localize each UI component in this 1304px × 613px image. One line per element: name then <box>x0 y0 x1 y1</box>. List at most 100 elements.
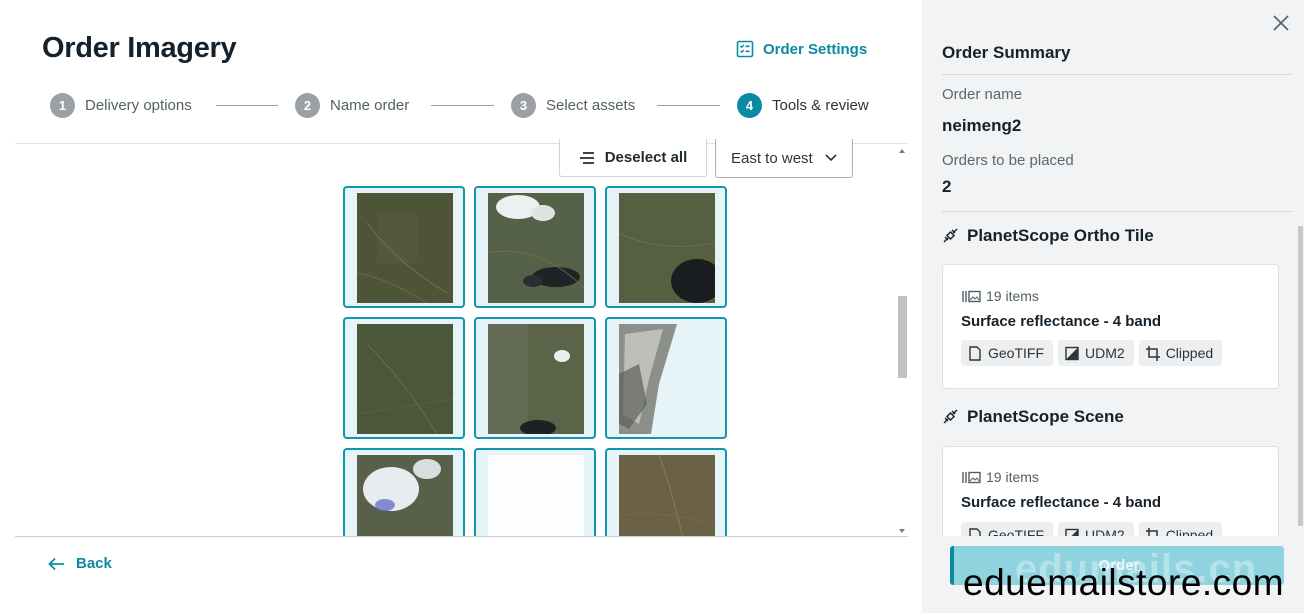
asset-thumbnail[interactable] <box>474 317 596 439</box>
step-number: 3 <box>511 93 536 118</box>
image-stack-icon <box>962 471 981 483</box>
step-connector <box>431 105 494 106</box>
content-scrollbar[interactable] <box>897 146 908 536</box>
sort-order-select[interactable]: East to west <box>715 139 853 178</box>
chip-label: GeoTIFF <box>988 345 1045 361</box>
chip-label: Clipped <box>1165 527 1214 536</box>
main-area: Order Imagery Order Settings 1 Delivery … <box>0 0 922 613</box>
asset-thumbnail-grid <box>343 186 729 536</box>
sort-order-value: East to west <box>731 149 813 167</box>
crop-icon <box>1145 345 1160 361</box>
satellite-icon <box>943 228 958 242</box>
asset-thumbnail[interactable] <box>343 186 465 308</box>
orders-count-label: Orders to be placed <box>942 152 1074 169</box>
mask-icon <box>1065 346 1079 360</box>
chip-udm2: UDM2 <box>1058 522 1134 536</box>
file-icon <box>969 345 981 361</box>
asset-chips: GeoTIFF UDM2 Clipped <box>961 522 1223 536</box>
scroll-thumb[interactable] <box>898 296 907 378</box>
step-select-assets[interactable]: 3 Select assets <box>511 93 635 118</box>
crop-icon <box>1145 527 1158 536</box>
step-number: 1 <box>50 93 75 118</box>
satellite-image <box>488 455 584 536</box>
satellite-image <box>357 324 453 434</box>
scroll-down-icon[interactable] <box>899 529 905 533</box>
bundle-name: Surface reflectance - 4 band <box>961 313 1162 330</box>
chip-label: Clipped <box>1165 345 1214 361</box>
items-count-text: 19 items <box>986 288 1039 304</box>
satellite-image <box>619 324 715 434</box>
back-button[interactable]: Back <box>48 555 112 572</box>
summary-title: Order Summary <box>942 43 1071 62</box>
chevron-down-icon <box>825 154 837 162</box>
step-label: Select assets <box>546 97 636 114</box>
step-tools-review[interactable]: 4 Tools & review <box>737 93 869 118</box>
panel-scrollbar[interactable] <box>1297 216 1304 538</box>
satellite-image <box>488 324 584 434</box>
product-card-scene: 19 items Surface reflectance - 4 band Ge… <box>942 446 1279 536</box>
step-name-order[interactable]: 2 Name order <box>295 93 409 118</box>
content-divider-bottom <box>15 536 908 537</box>
chip-geotiff: GeoTIFF <box>961 340 1054 366</box>
step-number: 4 <box>737 93 762 118</box>
chip-clipped: Clipped <box>1138 340 1223 366</box>
step-connector <box>216 105 278 106</box>
order-name-label: Order name <box>942 86 1023 103</box>
arrow-left-icon <box>48 557 64 570</box>
page-title: Order Imagery <box>42 32 237 64</box>
items-count: 19 items <box>962 469 1039 485</box>
asset-thumbnail[interactable] <box>605 317 727 439</box>
asset-thumbnail[interactable] <box>343 317 465 439</box>
asset-thumbnail[interactable] <box>474 186 596 308</box>
asset-thumbnail[interactable] <box>605 186 727 308</box>
chip-clipped: Clipped <box>1138 522 1223 536</box>
lines-icon <box>579 151 594 164</box>
items-count-text: 19 items <box>986 469 1039 485</box>
order-name-value: neimeng2 <box>942 116 1022 135</box>
step-delivery-options[interactable]: 1 Delivery options <box>50 93 192 118</box>
chip-udm2: UDM2 <box>1058 340 1134 366</box>
product-header-scene: PlanetScope Scene <box>942 407 1124 427</box>
order-settings-label: Order Settings <box>763 40 868 58</box>
deselect-all-button[interactable]: Deselect all <box>559 139 707 177</box>
deselect-all-label: Deselect all <box>604 149 688 166</box>
panel-scroll-thumb[interactable] <box>1298 226 1303 526</box>
chip-geotiff: GeoTIFF <box>961 522 1054 536</box>
product-header-ortho-tile: PlanetScope Ortho Tile <box>942 226 1154 246</box>
step-label: Name order <box>330 97 410 114</box>
orders-count-value: 2 <box>942 177 952 196</box>
satellite-image <box>619 193 715 303</box>
satellite-image <box>488 193 584 303</box>
bundle-name: Surface reflectance - 4 band <box>961 494 1162 511</box>
asset-chips: GeoTIFF UDM2 Clipped <box>961 340 1223 366</box>
product-name: PlanetScope Ortho Tile <box>967 226 1154 245</box>
asset-thumbnail[interactable] <box>605 448 727 536</box>
product-name: PlanetScope Scene <box>967 407 1124 426</box>
satellite-image <box>357 193 453 303</box>
step-connector <box>657 105 720 106</box>
mask-icon <box>1065 528 1079 536</box>
settings-list-icon <box>736 40 754 58</box>
scroll-up-icon[interactable] <box>899 149 905 153</box>
back-label: Back <box>76 555 112 572</box>
asset-thumbnail[interactable] <box>474 448 596 536</box>
chip-label: UDM2 <box>1085 527 1125 536</box>
watermark-text: eduemailstore.com <box>963 562 1285 603</box>
order-settings-button[interactable]: Order Settings <box>736 40 867 58</box>
summary-divider <box>942 74 1292 75</box>
product-card-ortho-tile: 19 items Surface reflectance - 4 band Ge… <box>942 264 1279 389</box>
step-number: 2 <box>295 93 320 118</box>
items-count: 19 items <box>962 288 1039 304</box>
image-stack-icon <box>962 290 981 302</box>
asset-thumbnail[interactable] <box>343 448 465 536</box>
chip-label: UDM2 <box>1085 345 1125 361</box>
step-label: Delivery options <box>85 97 192 114</box>
products-scroll-area: PlanetScope Ortho Tile 19 items Surface … <box>922 216 1297 536</box>
close-icon[interactable] <box>1271 13 1291 33</box>
satellite-image <box>619 455 715 536</box>
chip-label: GeoTIFF <box>988 527 1045 536</box>
satellite-icon <box>943 409 958 423</box>
file-icon <box>969 527 981 536</box>
step-label: Tools & review <box>772 97 869 114</box>
satellite-image <box>357 455 453 536</box>
